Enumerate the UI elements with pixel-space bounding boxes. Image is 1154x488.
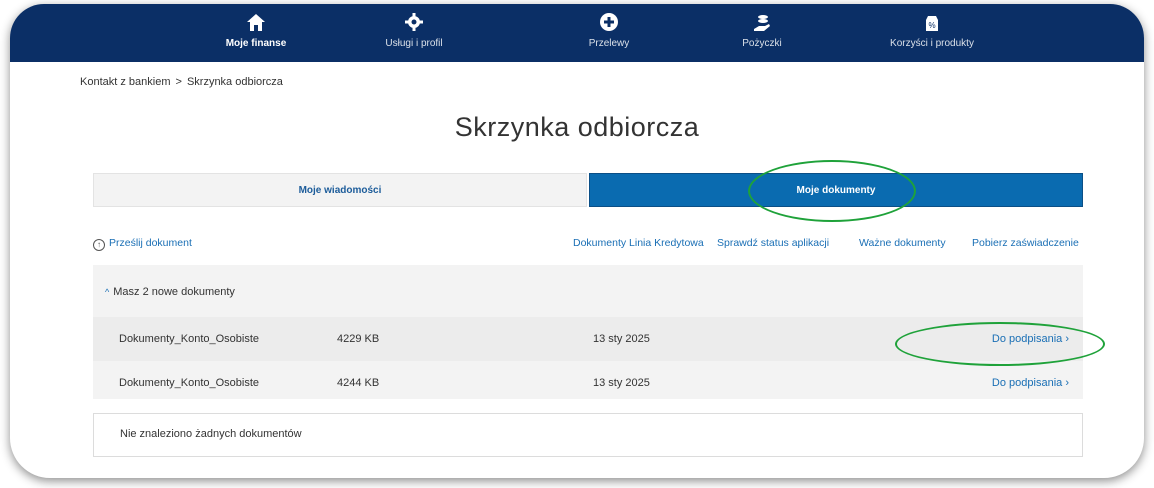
nav-item-korzysci-i-produkty[interactable]: % Korzyści i produkty [862,12,1002,50]
home-icon [186,12,326,38]
empty-documents-panel: Nie znaleziono żadnych dokumentów [93,413,1083,457]
gear-icon [344,12,484,38]
chevron-up-icon: ^ [105,287,110,297]
breadcrumb-parent[interactable]: Kontakt z bankiem [80,76,171,88]
new-documents-panel: ^ Masz 2 nowe dokumenty Dokumenty_Konto_O… [93,265,1083,399]
sign-document-link[interactable]: Do podpisania › [992,377,1069,389]
breadcrumb-separator: > [175,76,182,88]
breadcrumb: Kontakt z bankiem > Skrzynka odbiorcza [80,76,283,88]
table-row[interactable]: Dokumenty_Konto_Osobiste 4244 KB 13 sty … [93,361,1083,405]
nav-item-przelewy[interactable]: Przelewy [539,12,679,50]
new-documents-toggle[interactable]: ^ Masz 2 nowe dokumenty [105,286,235,298]
top-navigation: Moje finanse Usługi i profil Przelewy Po… [10,4,1144,62]
nav-item-pozyczki[interactable]: Pożyczki [692,12,832,50]
tab-moje-wiadomosci[interactable]: Moje wiadomości [93,173,587,207]
tab-moje-dokumenty[interactable]: Moje dokumenty [589,173,1083,207]
nav-label: Pożyczki [742,38,782,49]
empty-message: Nie znaleziono żadnych dokumentów [120,428,302,440]
upload-label: Prześlij dokument [109,237,192,249]
new-documents-header: Masz 2 nowe dokumenty [113,286,235,298]
sign-label: Do podpisania [991,333,1063,345]
plus-circle-icon [539,12,679,38]
check-status-link[interactable]: Sprawdź status aplikacji [717,237,829,249]
nav-item-uslugi-i-profil[interactable]: Usługi i profil [344,12,484,50]
chevron-right-icon: › [1065,333,1069,345]
svg-text:%: % [928,21,935,30]
document-size: 4244 KB [337,377,380,389]
document-name: Dokumenty_Konto_Osobiste [119,377,260,389]
important-docs-link[interactable]: Ważne dokumenty [859,237,946,249]
hand-coins-icon [692,12,832,38]
document-size: 4229 KB [337,333,380,345]
nav-label: Usługi i profil [385,38,443,49]
chevron-right-icon: › [1065,377,1069,389]
nav-label: Moje finanse [225,38,287,49]
sign-label: Do podpisania [991,377,1063,389]
nav-label: Korzyści i produkty [890,38,974,49]
certificate-link[interactable]: Pobierz zaświadczenie [972,237,1079,249]
tab-bar: Moje wiadomości Moje dokumenty [93,173,1083,209]
nav-label: Przelewy [588,38,630,49]
percent-bag-icon: % [862,12,1002,38]
upload-document-link[interactable]: ↑ Prześlij dokument [93,237,192,251]
table-row[interactable]: Dokumenty_Konto_Osobiste 4229 KB 13 sty … [93,317,1083,361]
app-window: Moje finanse Usługi i profil Przelewy Po… [10,4,1144,478]
document-name: Dokumenty_Konto_Osobiste [119,333,260,345]
breadcrumb-current: Skrzynka odbiorcza [186,76,283,88]
nav-item-moje-finanse[interactable]: Moje finanse [186,12,326,50]
document-date: 13 sty 2025 [593,333,650,345]
sign-document-link[interactable]: Do podpisania › [992,333,1069,345]
upload-icon: ↑ [93,239,105,251]
credit-line-docs-link[interactable]: Dokumenty Linia Kredytowa [573,237,704,249]
page-title: Skrzynka odbiorcza [454,112,700,142]
document-date: 13 sty 2025 [593,377,650,389]
